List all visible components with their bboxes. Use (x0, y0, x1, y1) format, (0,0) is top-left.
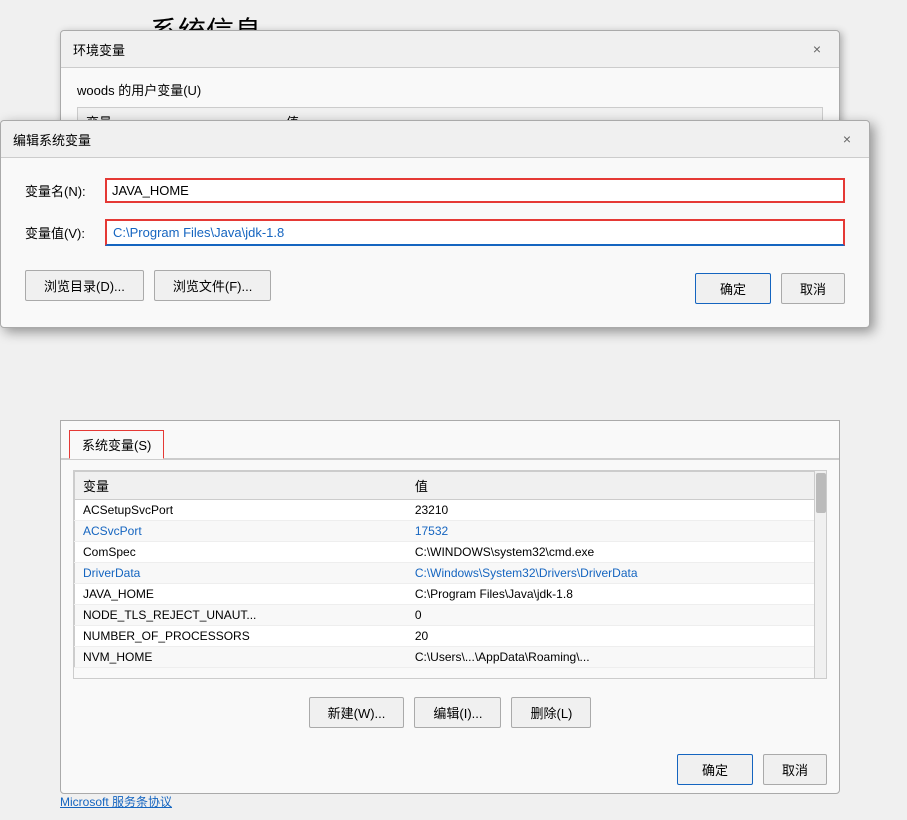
var-value-input[interactable] (105, 219, 845, 246)
sys-var-row[interactable]: DriverDataC:\Windows\System32\Drivers\Dr… (75, 563, 826, 584)
sys-var-name: ACSvcPort (75, 521, 407, 542)
edit-cancel-button[interactable]: 取消 (781, 273, 845, 304)
env-dialog-close-button[interactable]: × (807, 39, 827, 59)
browse-dir-button[interactable]: 浏览目录(D)... (25, 270, 144, 301)
edit-dialog-close-button[interactable]: × (837, 129, 857, 149)
sys-var-value: 0 (407, 605, 826, 626)
sys-vars-section: 系统变量(S) 变量 值 ACSetupSvcPort23210ACSvcPor… (60, 420, 840, 794)
user-vars-label: woods 的用户变量(U) (77, 80, 823, 99)
edit-action-buttons: 确定 取消 (695, 269, 845, 304)
sys-var-row[interactable]: ACSvcPort17532 (75, 521, 826, 542)
sys-var-row[interactable]: NUMBER_OF_PROCESSORS20 (75, 626, 826, 647)
sys-var-value: C:\Users\...\AppData\Roaming\... (407, 647, 826, 668)
scrollbar[interactable] (814, 471, 826, 678)
var-value-input-wrapper (105, 219, 845, 246)
var-name-label: 变量名(N): (25, 181, 105, 200)
scrollbar-thumb[interactable] (816, 473, 826, 513)
new-sys-var-button[interactable]: 新建(W)... (309, 697, 405, 728)
var-name-input[interactable] (105, 178, 845, 203)
sys-val-col-header: 值 (407, 472, 826, 500)
edit-dialog-titlebar: 编辑系统变量 × (1, 121, 869, 158)
sys-vars-tab[interactable]: 系统变量(S) (69, 430, 164, 459)
sys-var-value: C:\Program Files\Java\jdk-1.8 (407, 584, 826, 605)
browse-file-button[interactable]: 浏览文件(F)... (154, 270, 271, 301)
sys-var-row[interactable]: JAVA_HOMEC:\Program Files\Java\jdk-1.8 (75, 584, 826, 605)
sys-var-row[interactable]: ComSpecC:\WINDOWS\system32\cmd.exe (75, 542, 826, 563)
sys-var-value: C:\Windows\System32\Drivers\DriverData (407, 563, 826, 584)
var-name-row: 变量名(N): (25, 178, 845, 203)
sys-var-name: ACSetupSvcPort (75, 500, 407, 521)
env-dialog-title: 环境变量 (73, 40, 125, 59)
sys-cancel-button[interactable]: 取消 (763, 754, 827, 785)
edit-dialog-body: 变量名(N): 变量值(V): 浏览目录(D)... 浏览文件(F)... 确定… (1, 158, 869, 327)
env-dialog-titlebar: 环境变量 × (61, 31, 839, 68)
edit-sys-var-button[interactable]: 编辑(I)... (414, 697, 501, 728)
sys-var-name: JAVA_HOME (75, 584, 407, 605)
sys-var-name: ComSpec (75, 542, 407, 563)
edit-ok-button[interactable]: 确定 (695, 273, 771, 304)
sys-var-name: DriverData (75, 563, 407, 584)
sys-vars-table: 变量 值 ACSetupSvcPort23210ACSvcPort17532Co… (74, 471, 826, 668)
sys-var-row[interactable]: NODE_TLS_REJECT_UNAUT...0 (75, 605, 826, 626)
var-value-label: 变量值(V): (25, 223, 105, 242)
edit-dialog-title: 编辑系统变量 (13, 130, 91, 149)
sys-var-value: 17532 (407, 521, 826, 542)
sys-var-name: NVM_HOME (75, 647, 407, 668)
microsoft-link[interactable]: Microsoft 服务条协议 (60, 793, 172, 810)
sys-bottom-buttons: 新建(W)... 编辑(I)... 删除(L) (73, 689, 827, 736)
sys-var-row[interactable]: NVM_HOMEC:\Users\...\AppData\Roaming\... (75, 647, 826, 668)
edit-system-var-dialog: 编辑系统变量 × 变量名(N): 变量值(V): 浏览目录(D)... 浏览文件… (0, 120, 870, 328)
sys-var-name: NODE_TLS_REJECT_UNAUT... (75, 605, 407, 626)
sys-var-value: C:\WINDOWS\system32\cmd.exe (407, 542, 826, 563)
sys-var-row[interactable]: ACSetupSvcPort23210 (75, 500, 826, 521)
sys-vars-content: 变量 值 ACSetupSvcPort23210ACSvcPort17532Co… (61, 459, 839, 746)
sys-var-value: 20 (407, 626, 826, 647)
delete-sys-var-button[interactable]: 删除(L) (511, 697, 591, 728)
var-name-input-wrapper (105, 178, 845, 203)
sys-final-buttons: 确定 取消 (61, 746, 839, 793)
sys-var-col-header: 变量 (75, 472, 407, 500)
var-value-row: 变量值(V): (25, 219, 845, 246)
edit-browse-buttons: 浏览目录(D)... 浏览文件(F)... (25, 270, 271, 301)
sys-var-name: NUMBER_OF_PROCESSORS (75, 626, 407, 647)
sys-ok-button[interactable]: 确定 (677, 754, 753, 785)
sys-var-value: 23210 (407, 500, 826, 521)
